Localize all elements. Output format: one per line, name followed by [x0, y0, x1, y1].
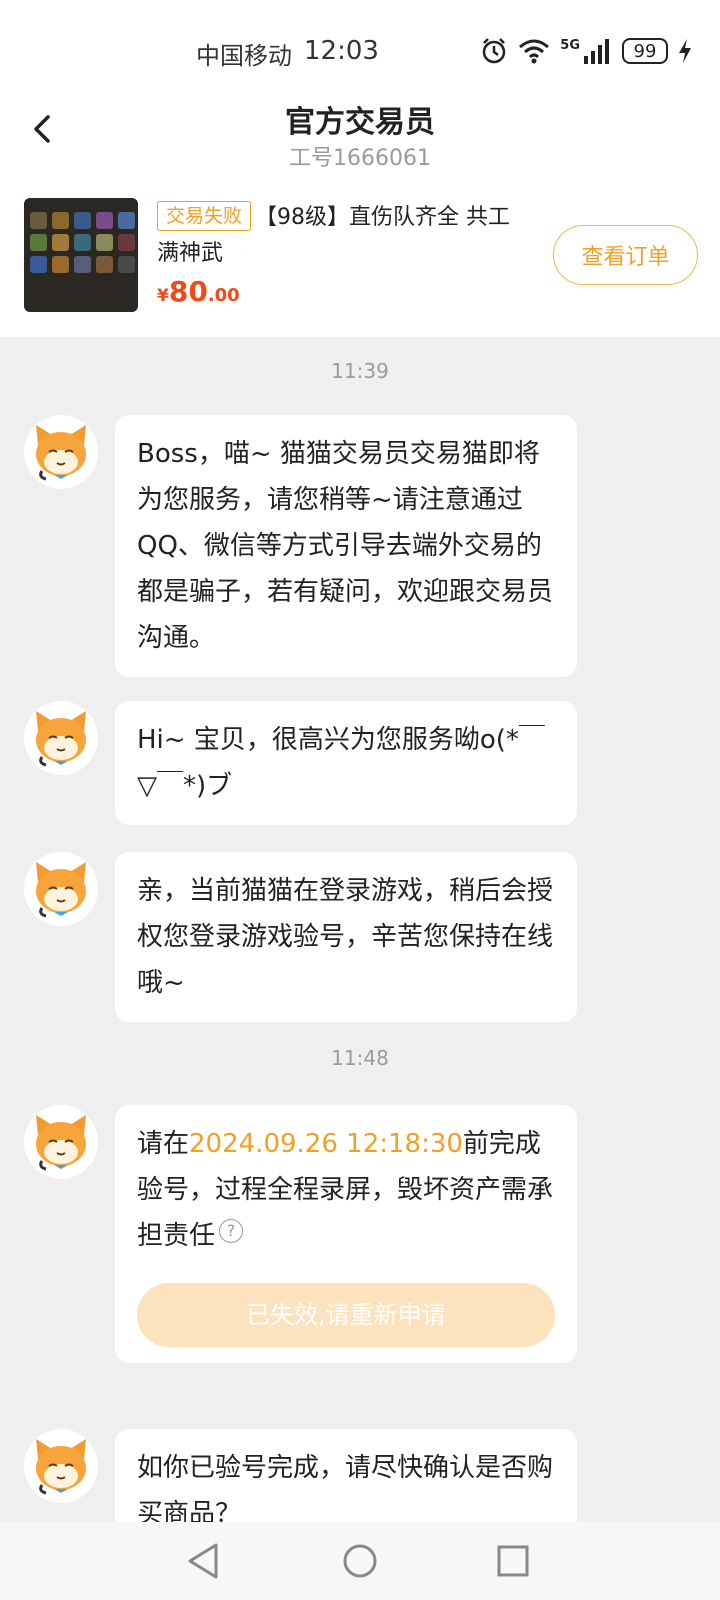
carrier-label: 中国移动	[196, 42, 292, 70]
status-badge: 交易失败	[157, 201, 252, 231]
cat-avatar-icon[interactable]	[24, 852, 98, 926]
price-decimal: .00	[207, 285, 240, 306]
chat-area[interactable]: 11:39 Boss，喵~ 猫猫交易员交易猫即将为您服务，请您稍等~请注意通过Q…	[0, 337, 720, 1522]
message-bubble: Boss，喵~ 猫猫交易员交易猫即将为您服务，请您稍等~请注意通过QQ、微信等方…	[115, 415, 577, 677]
chat-header: 官方交易员 工号1666061	[0, 95, 720, 175]
price-integer: 80	[168, 275, 208, 308]
reapply-button[interactable]: 已失效,请重新申请	[137, 1283, 555, 1347]
thumbnail-item-grid	[30, 212, 135, 273]
order-description: 交易失败 【98级】直伤队齐全 共工满神武	[157, 200, 527, 272]
message-bubble: 亲，当前猫猫在登录游戏，稍后会授权您登录游戏验号，辛苦您保持在线哦~	[115, 852, 577, 1022]
order-card[interactable]: 交易失败 【98级】直伤队齐全 共工满神武 ¥80.00 查看订单	[0, 175, 720, 337]
message-bubble: 如你已验号完成，请尽快确认是否购买商品？	[115, 1429, 577, 1522]
nav-recents-icon[interactable]	[496, 1544, 530, 1578]
cat-avatar-icon[interactable]	[24, 701, 98, 775]
product-thumbnail[interactable]	[24, 198, 138, 312]
battery-indicator: 99	[622, 38, 668, 64]
page-title: 官方交易员	[285, 105, 435, 140]
help-icon[interactable]: ?	[219, 1219, 244, 1243]
chat-timestamp: 11:39	[331, 359, 389, 383]
status-icons: 5G 99	[480, 36, 692, 66]
message-text: 请在	[137, 1129, 190, 1159]
message-bubble: Hi~ 宝贝，很高兴为您服务呦o(*￣▽￣*)ブ	[115, 701, 577, 825]
status-bar: 中国移动 12:03 5G 99	[0, 0, 720, 95]
order-price: ¥80.00	[157, 275, 240, 308]
cat-avatar-icon[interactable]	[24, 1105, 98, 1179]
deadline-text: 2024.09.26 12:18:30	[189, 1129, 463, 1159]
wifi-icon	[519, 39, 550, 64]
staff-id: 工号1666061	[289, 146, 431, 171]
view-order-button[interactable]: 查看订单	[553, 225, 698, 285]
system-nav-bar	[0, 1522, 720, 1600]
price-currency: ¥	[157, 286, 169, 306]
verification-message-bubble: 请在2024.09.26 12:18:30前完成验号，过程全程录屏，毁坏资产需承…	[115, 1105, 577, 1363]
cat-avatar-icon[interactable]	[24, 1429, 98, 1503]
charging-icon	[679, 39, 691, 63]
alarm-icon	[483, 38, 506, 64]
status-time: 12:03	[304, 36, 379, 66]
cat-avatar-icon[interactable]	[24, 415, 98, 489]
nav-back-icon[interactable]	[186, 1542, 222, 1580]
network-label: 5G	[560, 37, 580, 53]
signal-icon	[584, 39, 609, 64]
nav-home-icon[interactable]	[342, 1542, 378, 1580]
chat-timestamp: 11:48	[331, 1046, 389, 1070]
